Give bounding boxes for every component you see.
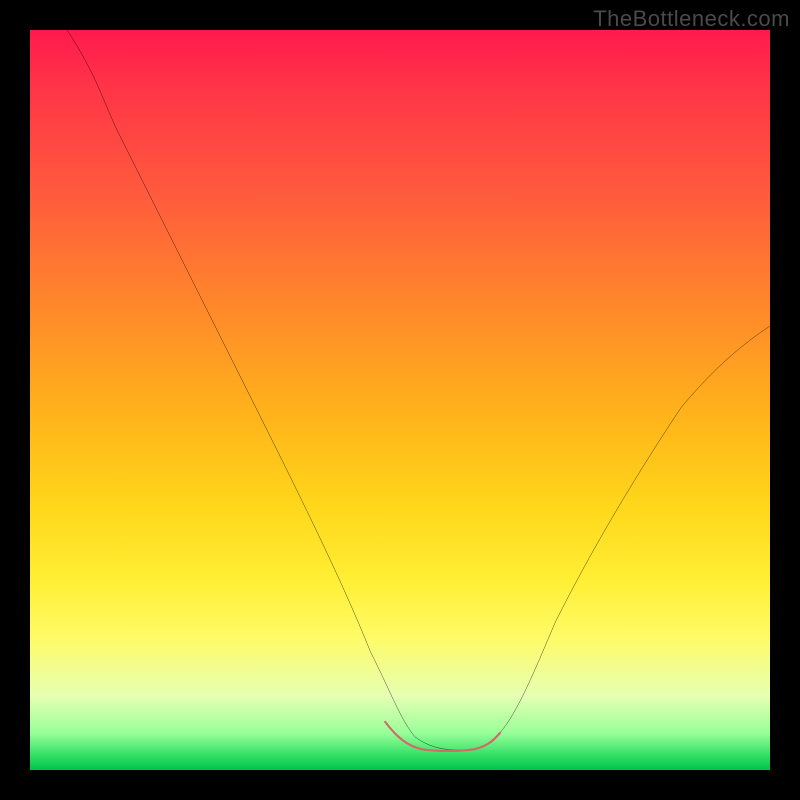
optimal-band (385, 722, 500, 751)
chart-frame: TheBottleneck.com (0, 0, 800, 800)
curve-layer (30, 30, 770, 770)
watermark-text: TheBottleneck.com (593, 6, 790, 32)
plot-area (30, 30, 770, 770)
bottleneck-curve (67, 30, 770, 750)
